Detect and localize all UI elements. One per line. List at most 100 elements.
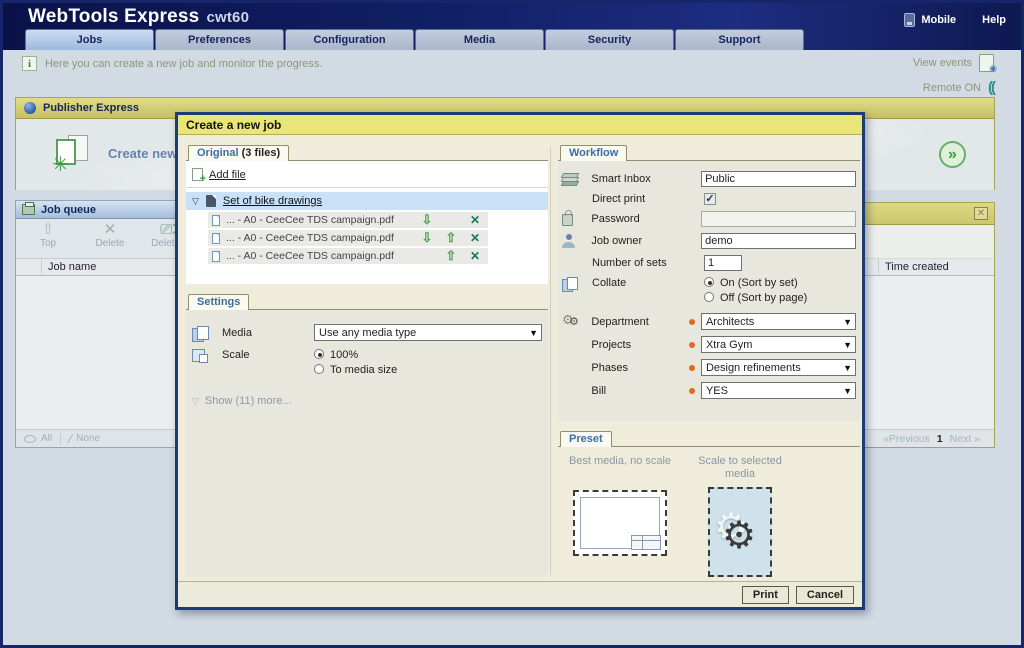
remove-file-button[interactable]: ✕ xyxy=(466,231,484,245)
mobile-link-label: Mobile xyxy=(921,14,956,26)
file-set-row[interactable]: ▽ Set of bike drawings xyxy=(186,192,548,210)
file-name: ... - A0 - CeeCee TDS campaign.pdf xyxy=(226,250,412,262)
help-link[interactable]: Help xyxy=(982,14,1006,26)
time-created-column-header: Time created xyxy=(879,259,994,275)
chevron-down-icon: ▼ xyxy=(529,328,538,338)
scale-icon xyxy=(192,349,208,363)
tab-jobs[interactable]: Jobs xyxy=(25,29,154,50)
radio-unselected-icon xyxy=(704,292,714,302)
accounting-gears-icon xyxy=(562,315,580,329)
move-up-button[interactable]: ⇧ xyxy=(442,231,460,245)
scale-label: Scale xyxy=(222,349,314,361)
chevron-down-icon: ▼ xyxy=(843,317,852,327)
preset-section-tab: Preset xyxy=(560,431,612,447)
add-file-label: Add file xyxy=(209,169,246,181)
select-all-link[interactable]: All xyxy=(24,433,52,444)
projects-select[interactable]: Xtra Gym ▼ xyxy=(701,336,856,353)
department-select[interactable]: Architects ▼ xyxy=(701,313,856,330)
bill-select[interactable]: YES ▼ xyxy=(701,382,856,399)
phases-select-value: Design refinements xyxy=(706,362,801,374)
scale-to-media-radio[interactable]: To media size xyxy=(314,364,397,376)
preset-best-media-thumbnail xyxy=(573,490,667,556)
select-none-link[interactable]: ⁄ None xyxy=(69,432,100,446)
mandatory-dot-icon xyxy=(689,319,695,325)
delete-x-icon: ✕ xyxy=(84,222,136,238)
remote-label: Remote ON xyxy=(923,82,981,94)
preset-best-media-label: Best media, no scale xyxy=(569,455,671,468)
scale-100-radio[interactable]: 100% xyxy=(314,349,397,361)
pdf-file-icon xyxy=(212,251,220,262)
app-title-text: WebTools Express xyxy=(28,6,199,27)
next-page-link[interactable]: Next » xyxy=(950,433,980,445)
file-name: ... - A0 - CeeCee TDS campaign.pdf xyxy=(226,232,412,244)
app-title: WebTools Expresscwt60 xyxy=(28,6,249,28)
number-of-sets-input[interactable]: 1 xyxy=(704,255,742,271)
bill-label: Bill xyxy=(591,385,689,397)
media-select-value: Use any media type xyxy=(319,327,416,339)
cancel-button[interactable]: Cancel xyxy=(796,586,854,604)
move-down-button[interactable]: ⇩ xyxy=(418,213,436,227)
chevron-down-icon: ▼ xyxy=(843,363,852,373)
publisher-sphere-icon xyxy=(24,102,36,114)
settings-tab-label: Settings xyxy=(197,296,240,308)
department-select-value: Architects xyxy=(706,316,754,328)
document-set-icon xyxy=(206,195,216,207)
tab-configuration[interactable]: Configuration xyxy=(285,29,414,50)
radio-selected-icon xyxy=(314,349,324,359)
media-select[interactable]: Use any media type ▼ xyxy=(314,324,542,341)
projects-label: Projects xyxy=(591,339,689,351)
number-of-sets-value: 1 xyxy=(708,257,714,269)
file-name: ... - A0 - CeeCee TDS campaign.pdf xyxy=(226,214,412,226)
smart-inbox-value: Public xyxy=(705,173,735,185)
tab-security[interactable]: Security xyxy=(545,29,674,50)
job-owner-label: Job owner xyxy=(591,235,689,247)
previous-page-link[interactable]: «Previous xyxy=(883,433,930,445)
phases-select[interactable]: Design refinements ▼ xyxy=(701,359,856,376)
gear-icon: ⚙ xyxy=(722,513,756,558)
close-panel-button[interactable]: ✕ xyxy=(974,207,988,220)
preset-scale-media-option[interactable]: Scale to selected media ⚙ ⚙ xyxy=(694,455,786,577)
workflow-tab-label: Workflow xyxy=(569,147,618,159)
collapse-triangle-icon[interactable]: ▽ xyxy=(192,196,199,207)
top-button[interactable]: ⇧ Top xyxy=(22,222,74,258)
direct-print-checkbox[interactable]: ✓ xyxy=(704,193,716,205)
smart-inbox-label: Smart Inbox xyxy=(591,173,689,185)
top-arrow-icon: ⇧ xyxy=(22,222,74,238)
preset-best-media-option[interactable]: Best media, no scale xyxy=(562,455,678,577)
tab-media[interactable]: Media xyxy=(415,29,544,50)
show-more-link[interactable]: ▽Show (11) more... xyxy=(192,395,542,407)
collate-on-radio[interactable]: On (Sort by set) xyxy=(704,277,807,289)
move-up-button[interactable]: ⇧ xyxy=(442,249,460,263)
department-label: Department xyxy=(591,316,689,328)
collate-off-radio[interactable]: Off (Sort by page) xyxy=(704,292,807,304)
settings-section: Media Use any media type ▼ Scale 100% xyxy=(186,309,548,577)
remove-file-button[interactable]: ✕ xyxy=(466,213,484,227)
add-file-link[interactable]: Add file xyxy=(186,165,548,188)
tab-preferences[interactable]: Preferences xyxy=(155,29,284,50)
print-button[interactable]: Print xyxy=(742,586,789,604)
info-message: Here you can create a new job and monito… xyxy=(45,58,323,70)
select-none-label: None xyxy=(76,433,100,444)
tab-support[interactable]: Support xyxy=(675,29,804,50)
smart-inbox-input[interactable]: Public xyxy=(701,171,856,187)
next-chevron-button[interactable]: » xyxy=(939,141,966,168)
create-new-job-icon: ✳ xyxy=(54,135,90,171)
view-events-link[interactable]: View events xyxy=(913,54,994,72)
job-owner-input[interactable]: demo xyxy=(701,233,856,249)
original-tab-label: Original xyxy=(197,147,239,159)
original-section: Add file ▽ Set of bike drawings ... - A0… xyxy=(186,160,548,284)
delete-button[interactable]: ✕ Delete xyxy=(84,222,136,258)
remove-file-button[interactable]: ✕ xyxy=(466,249,484,263)
move-down-button[interactable]: ⇩ xyxy=(418,231,436,245)
remote-toggle[interactable]: Remote ON (( xyxy=(913,79,994,96)
pdf-file-icon xyxy=(212,215,220,226)
mandatory-dot-icon xyxy=(689,342,695,348)
job-owner-icon xyxy=(562,234,575,248)
preset-scale-media-thumbnail: ⚙ ⚙ xyxy=(708,487,772,577)
workflow-section: Smart Inbox Public Direct print ✓ Passwo… xyxy=(558,160,860,421)
page-number: 1 xyxy=(937,433,943,445)
help-link-label: Help xyxy=(982,14,1006,26)
dialog-title: Create a new job xyxy=(178,115,862,135)
mobile-link[interactable]: Mobile xyxy=(904,13,956,27)
webtools-express-page: WebTools Expresscwt60 Mobile Help Jobs P… xyxy=(0,0,1024,648)
